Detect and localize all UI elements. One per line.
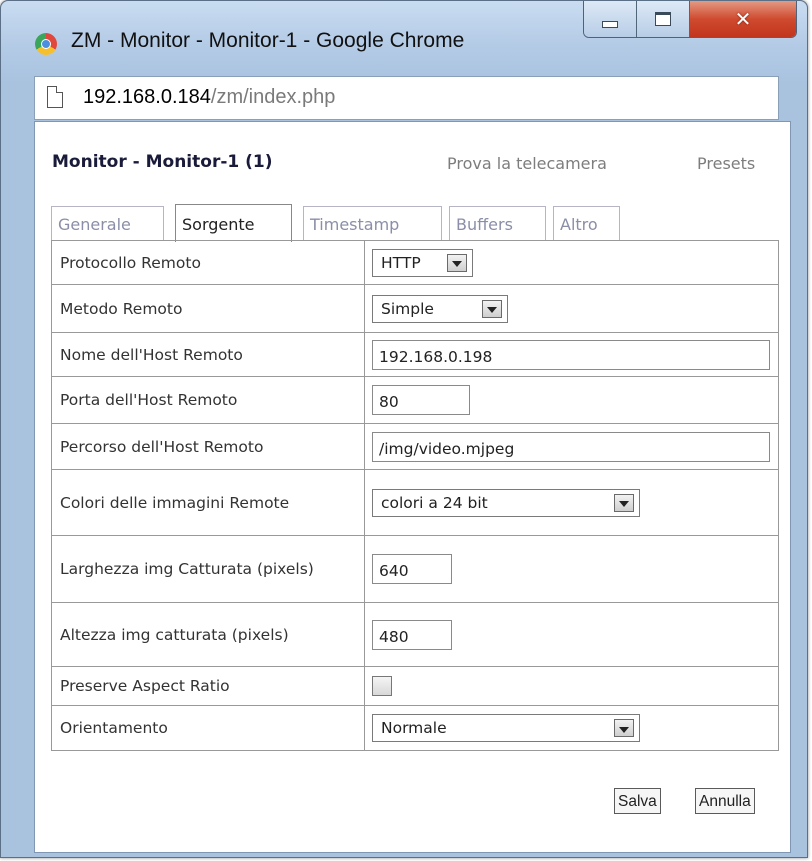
protocol-select[interactable]: HTTP: [372, 248, 473, 277]
table-row: Percorso dell'Host Remoto: [51, 423, 779, 470]
page-icon: [47, 86, 63, 108]
tab-generale[interactable]: Generale: [51, 206, 164, 240]
table-row: Preserve Aspect Ratio: [51, 666, 779, 706]
page-content: Monitor - Monitor-1 (1) Prova la telecam…: [34, 121, 791, 853]
path-input[interactable]: [372, 431, 770, 462]
window-title: ZM - Monitor - Monitor-1 - Google Chrome: [71, 29, 465, 52]
presets-link[interactable]: Presets: [697, 154, 755, 173]
port-input[interactable]: [372, 385, 470, 415]
method-select[interactable]: Simple: [372, 294, 508, 323]
aspect-label: Preserve Aspect Ratio: [51, 666, 365, 706]
width-input[interactable]: [372, 554, 452, 584]
url-text[interactable]: 192.168.0.184/zm/index.php: [83, 86, 335, 109]
chrome-logo-icon: [35, 33, 57, 55]
minimize-icon: [602, 20, 618, 28]
dropdown-arrow-icon: [447, 253, 467, 272]
dropdown-arrow-icon: [614, 719, 634, 737]
table-row: Metodo Remoto Simple: [51, 284, 779, 333]
cancel-button[interactable]: Annulla: [695, 788, 755, 814]
orientation-value: Normale: [381, 719, 447, 737]
colours-cell: colori a 24 bit: [364, 469, 779, 536]
orientation-select[interactable]: Normale: [372, 714, 640, 742]
orientation-label: Orientamento: [51, 705, 365, 751]
table-row: Porta dell'Host Remoto: [51, 376, 779, 424]
minimize-button[interactable]: [584, 1, 637, 37]
tab-sorgente[interactable]: Sorgente: [175, 204, 292, 242]
table-row: Nome dell'Host Remoto: [51, 332, 779, 377]
height-cell: [364, 602, 779, 667]
url-path: /zm/index.php: [210, 86, 336, 108]
protocol-cell: HTTP: [364, 240, 779, 285]
window-controls: ✕: [583, 1, 797, 38]
url-host: 192.168.0.184: [83, 86, 211, 108]
dropdown-arrow-icon: [482, 299, 502, 318]
close-button[interactable]: ✕: [690, 1, 796, 37]
tab-altro[interactable]: Altro: [553, 206, 620, 240]
path-cell: [364, 423, 779, 470]
aspect-checkbox[interactable]: [372, 676, 392, 696]
host-cell: [364, 332, 779, 377]
width-cell: [364, 535, 779, 603]
port-label: Porta dell'Host Remoto: [51, 376, 365, 424]
dropdown-arrow-icon: [614, 493, 634, 512]
browser-popup-window: ZM - Monitor - Monitor-1 - Google Chrome…: [0, 0, 808, 858]
height-input[interactable]: [372, 619, 452, 650]
settings-table: Protocollo Remoto HTTP Metodo Remoto Sim…: [51, 240, 779, 751]
protocol-label: Protocollo Remoto: [51, 240, 365, 285]
host-label: Nome dell'Host Remoto: [51, 332, 365, 377]
colours-select[interactable]: colori a 24 bit: [372, 488, 640, 517]
maximize-button[interactable]: [637, 1, 690, 37]
table-row: Larghezza img Catturata (pixels): [51, 535, 779, 603]
colours-value: colori a 24 bit: [381, 493, 488, 512]
title-bar[interactable]: ZM - Monitor - Monitor-1 - Google Chrome…: [1, 1, 807, 81]
close-icon: ✕: [734, 7, 752, 31]
protocol-value: HTTP: [381, 253, 421, 272]
table-row: Altezza img catturata (pixels): [51, 602, 779, 667]
aspect-cell: [364, 666, 779, 706]
tab-buffers[interactable]: Buffers: [449, 206, 546, 240]
page-title: Monitor - Monitor-1 (1): [52, 152, 273, 172]
method-value: Simple: [381, 299, 434, 318]
tab-timestamp[interactable]: Timestamp: [303, 206, 442, 240]
table-row: Colori delle immagini Remote colori a 24…: [51, 469, 779, 536]
height-label: Altezza img catturata (pixels): [51, 602, 365, 667]
maximize-icon: [655, 12, 671, 26]
colours-label: Colori delle immagini Remote: [51, 469, 365, 536]
save-button[interactable]: Salva: [614, 788, 661, 814]
method-label: Metodo Remoto: [51, 284, 365, 333]
width-label: Larghezza img Catturata (pixels): [51, 535, 365, 603]
path-label: Percorso dell'Host Remoto: [51, 423, 365, 470]
port-cell: [364, 376, 779, 424]
orientation-cell: Normale: [364, 705, 779, 751]
preview-camera-link[interactable]: Prova la telecamera: [447, 154, 607, 173]
table-row: Orientamento Normale: [51, 705, 779, 751]
host-input[interactable]: [372, 339, 770, 370]
address-bar[interactable]: 192.168.0.184/zm/index.php: [34, 76, 779, 120]
table-row: Protocollo Remoto HTTP: [51, 240, 779, 285]
method-cell: Simple: [364, 284, 779, 333]
